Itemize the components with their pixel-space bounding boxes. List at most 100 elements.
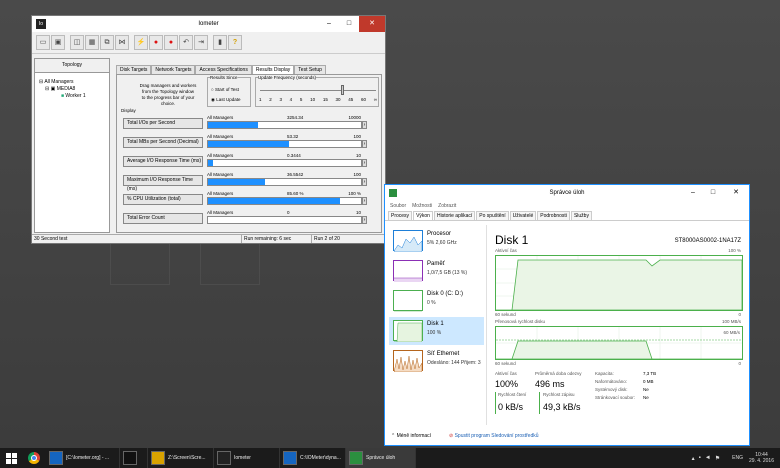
clock[interactable]: 10:44 29. 4. 2016: [749, 452, 780, 464]
terminal-taskbar-item[interactable]: [120, 448, 148, 468]
property-value: Ne: [643, 387, 649, 392]
window-title: Správce úloh: [549, 190, 585, 196]
tab-6[interactable]: Služby: [570, 211, 592, 220]
help-icon[interactable]: ?: [228, 35, 242, 50]
status-test-name: 30 Second test: [32, 235, 242, 243]
write-speed-value: 49,3 kB/s: [543, 402, 581, 412]
update-frequency-label: Update Frequency (seconds): [258, 75, 317, 80]
read-speed-value: 0 kB/s: [498, 402, 524, 412]
metric-max: 100: [353, 134, 361, 139]
metric-scale-arrow[interactable]: ›: [362, 178, 367, 186]
taskbar-item-label: Správce úloh: [366, 455, 396, 461]
tab-2[interactable]: Historie aplikací: [433, 211, 476, 220]
close-button[interactable]: ✕: [723, 185, 749, 201]
metric-scale-arrow[interactable]: ›: [362, 121, 367, 129]
open-icon[interactable]: ▭: [36, 35, 50, 50]
property-value: 0 MB: [643, 379, 654, 384]
exit-icon[interactable]: ⇥: [194, 35, 208, 50]
disk-property: Stránkovací soubor: Ne: [595, 395, 675, 403]
start-icon[interactable]: ⚡: [134, 35, 148, 50]
perf-sidebar-item[interactable]: Paměť 1,0/7,5 GB (13 %): [389, 257, 484, 285]
taskmgr-taskbar-item[interactable]: Správce úloh: [346, 448, 416, 468]
copy-worker-icon[interactable]: ⧉: [100, 35, 114, 50]
tab-0[interactable]: Procesy: [388, 211, 413, 220]
tab-5[interactable]: Podrobnosti: [537, 211, 570, 220]
explorer-taskbar-item[interactable]: Z:\Screen\Scre...: [148, 448, 214, 468]
metric-scale-arrow[interactable]: ›: [362, 197, 367, 205]
slider-thumb[interactable]: [341, 85, 344, 95]
perf-thumbnail: [393, 230, 423, 253]
tab-disk-targets[interactable]: Disk Targets: [116, 65, 152, 74]
tab-network-targets[interactable]: Network Targets: [151, 65, 196, 74]
iometer-taskbar-item[interactable]: Iometer: [214, 448, 280, 468]
reset-icon[interactable]: ↶: [179, 35, 193, 50]
perf-divider: [486, 225, 487, 425]
chrome-taskbar-icon[interactable]: [22, 452, 46, 464]
new-manager-icon[interactable]: ▦: [85, 35, 99, 50]
graph2-right-label: 100 MB/s: [721, 319, 741, 324]
status-run-count: Run 2 of 20: [312, 235, 385, 243]
taskbar-items: [C:\Iometer.org] - ... Z:\Screen\Scre... I…: [46, 448, 416, 468]
last-update-radio[interactable]: ◉ Last Update: [211, 97, 240, 103]
input-language[interactable]: ENG: [726, 455, 749, 461]
tree-manager[interactable]: ⊟ ▣ MEDIA8: [45, 86, 75, 92]
perf-sidebar-item[interactable]: Síť Ethernet Odesláno: 144 Přijem: 3: [389, 347, 484, 375]
perf-sidebar-item[interactable]: Procesor 5% 2,60 GHz: [389, 227, 484, 255]
tab-3[interactable]: Po spuštění: [476, 211, 509, 220]
tree-worker[interactable]: ■ Worker 1: [61, 93, 86, 99]
minimize-button[interactable]: –: [319, 16, 339, 32]
tab-1[interactable]: Výkon: [413, 211, 433, 220]
tab-test-setup[interactable]: Test Setup: [294, 65, 326, 74]
minimize-button[interactable]: –: [683, 185, 703, 201]
frequency-tick: 60: [360, 97, 366, 102]
metric-scale-arrow[interactable]: ›: [362, 140, 367, 148]
disk-property: Naformátováno: 0 MB: [595, 379, 675, 387]
start-of-test-radio[interactable]: ○ Start of Test: [211, 87, 239, 92]
taskbar-item-label: C:\IOMeter\dyna...: [300, 455, 341, 461]
book-icon[interactable]: ▮: [213, 35, 227, 50]
perf-sidebar-item[interactable]: Disk 1 100 %: [389, 317, 484, 345]
stop-all-icon[interactable]: ●: [164, 35, 178, 50]
menu-soubor[interactable]: Soubor: [390, 203, 406, 209]
tree-root[interactable]: ⊟ All Managers: [39, 79, 74, 85]
metric-select-button[interactable]: Total I/Os per Second: [123, 118, 203, 129]
iometer-titlebar[interactable]: Io Iometer – □ ✕: [32, 16, 385, 32]
fewer-details-link[interactable]: ⌃ Méně informací: [391, 433, 431, 439]
resource-monitor-link[interactable]: ⊘ Spustit program Sledování prostředků: [449, 433, 539, 439]
browser-taskbar-item[interactable]: [C:\Iometer.org] - ...: [46, 448, 120, 468]
metric-scale-arrow[interactable]: ›: [362, 159, 367, 167]
new-worker-icon[interactable]: ◫: [70, 35, 84, 50]
perf-sidebar-item[interactable]: Disk 0 (C: D:) 0 %: [389, 287, 484, 315]
disconnect-icon[interactable]: ⋈: [115, 35, 129, 50]
tab-4[interactable]: Uživatelé: [509, 211, 537, 220]
disk-model: ST8000AS0002-1NA17Z: [674, 238, 741, 244]
save-icon[interactable]: ▣: [51, 35, 65, 50]
volume-icon[interactable]: ◄: [705, 455, 711, 461]
taskmgr-tabs: Procesy Výkon Historie aplikací Po spuštění…: [385, 211, 749, 221]
metric-max: 10: [355, 210, 361, 215]
network-icon[interactable]: ▪: [699, 455, 701, 461]
frequency-slider[interactable]: [260, 90, 376, 91]
close-button[interactable]: ✕: [359, 16, 385, 32]
drag-instructions: Drag managers and workers from the Topol…: [139, 83, 197, 106]
metric-select-button[interactable]: Total MBs per Second (Decimal): [123, 137, 203, 148]
metric-scale-arrow[interactable]: ›: [362, 216, 367, 224]
tab-results-display[interactable]: Results Display: [251, 65, 295, 74]
tab-access-specifications[interactable]: Access Specifications: [195, 65, 252, 74]
start-button[interactable]: [0, 448, 22, 468]
maximize-button[interactable]: □: [339, 16, 359, 32]
flag-icon[interactable]: ⚑: [715, 455, 720, 462]
metric-select-button[interactable]: Maximum I/O Response Time (ms): [123, 175, 203, 192]
task-manager-titlebar[interactable]: Správce úloh – □ ✕: [385, 185, 749, 201]
frequency-ticks: 1 2 3 4 5 10 15 30 45 60 ∞: [259, 97, 377, 102]
menu-možnosti[interactable]: Možnosti: [412, 203, 432, 209]
metric-select-button[interactable]: Total Error Count: [123, 213, 203, 224]
perf-item-sub: Odesláno: 144 Přijem: 3: [427, 360, 481, 366]
maximize-button[interactable]: □: [703, 185, 723, 201]
chevron-up-icon[interactable]: ▴: [692, 455, 695, 462]
metric-select-button[interactable]: Average I/O Response Time (ms): [123, 156, 203, 167]
explorer2-taskbar-item[interactable]: C:\IOMeter\dyna...: [280, 448, 346, 468]
menu-zobrazit[interactable]: Zobrazit: [438, 203, 456, 209]
stop-icon[interactable]: ●: [149, 35, 163, 50]
metric-select-button[interactable]: % CPU Utilization (total): [123, 194, 203, 205]
